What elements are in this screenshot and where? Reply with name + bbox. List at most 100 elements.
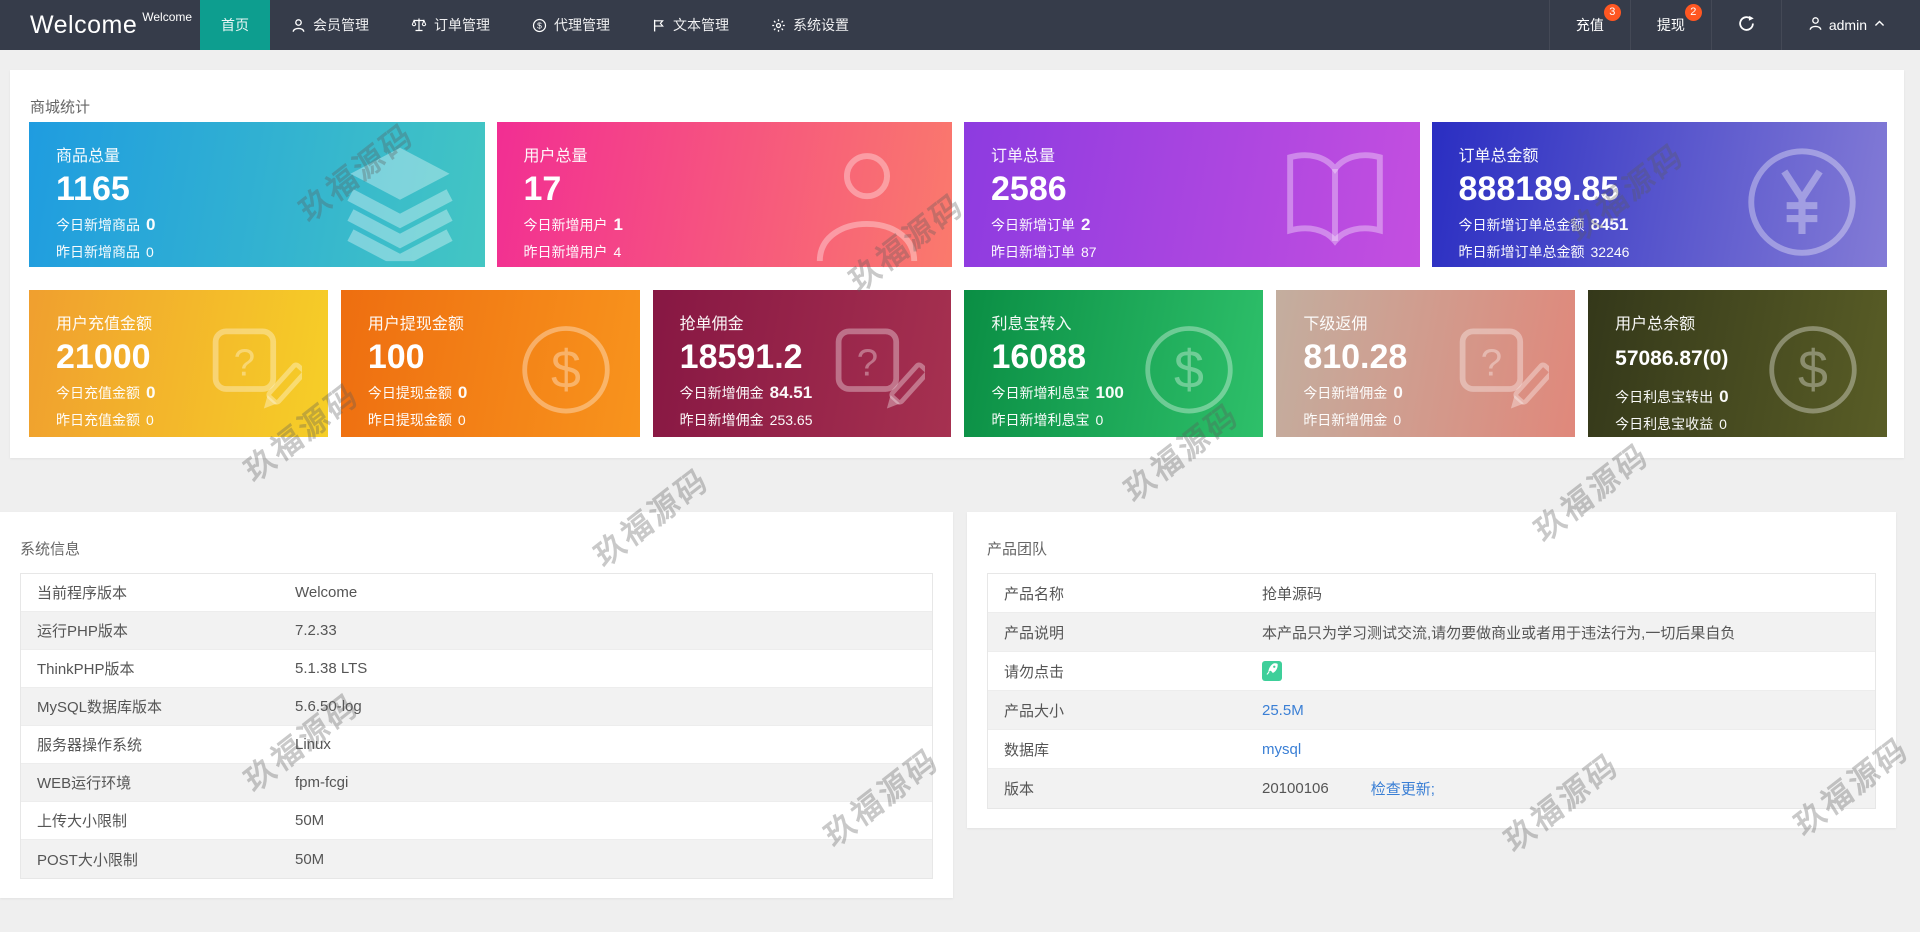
row-label: 上传大小限制 (37, 813, 128, 830)
nav-item-text[interactable]: 文本管理 (631, 0, 750, 50)
product-team-panel: 产品团队 产品名称 抢单源码 产品说明 本产品只为学习测试交流,请勿要做商业或者用… (967, 512, 1896, 828)
withdraw-button[interactable]: 提现 2 (1629, 0, 1711, 50)
nav-item-members[interactable]: 会员管理 (270, 0, 390, 50)
check-update-link[interactable]: 检查更新; (1371, 778, 1435, 799)
navbar-right: 充值 3 提现 2 admin (1548, 0, 1920, 50)
help-edit-icon: ? (206, 321, 302, 417)
row-value: 7.2.33 (295, 622, 337, 639)
table-row: 产品大小 25.5M (988, 691, 1875, 730)
row-value: 5.1.38 LTS (295, 660, 368, 677)
table-row: POST大小限制 50M (21, 840, 932, 878)
stat-card: 订单总金额 888189.85 今日新增订单总金额 8451 昨日新增订单总金额 3224… (1431, 122, 1887, 267)
table-row: 服务器操作系统 Linux (21, 726, 932, 764)
stat-card: 用户充值金额 21000 今日充值金额 0 昨日充值金额 0 ? (29, 290, 328, 437)
svg-text:?: ? (234, 341, 255, 384)
dollar-circle-icon: $ (518, 321, 614, 417)
do-not-click-button[interactable] (1262, 661, 1282, 681)
stat-card-line-value: 0 (1393, 383, 1403, 402)
row-label: 运行PHP版本 (37, 623, 128, 640)
table-row: 上传大小限制 50M (21, 802, 932, 840)
table-row: MySQL数据库版本 5.6.50-log (21, 688, 932, 726)
table-row: 产品说明 本产品只为学习测试交流,请勿要做商业或者用于违法行为,一切后果自负 (988, 613, 1875, 652)
stat-card-line-value: 253.65 (769, 412, 813, 428)
dollar-circle-icon: $ (1765, 321, 1861, 417)
stat-card: 抢单佣金 18591.2 今日新增佣金 84.51 昨日新增佣金 253.65 ? (652, 290, 952, 437)
table-row: 数据库 mysql (988, 730, 1875, 769)
row-label: WEB运行环境 (37, 775, 132, 792)
row-label: MySQL数据库版本 (37, 699, 163, 716)
svg-text:$: $ (537, 20, 542, 30)
row-value: fpm-fcgi (295, 774, 349, 791)
stat-card-line-value: 0 (1719, 416, 1727, 432)
row-value: Welcome (295, 584, 358, 601)
stat-card-line-value: 8451 (1590, 215, 1629, 234)
row-value: 50M (295, 850, 325, 868)
row-value: Linux (295, 736, 331, 753)
nav-item-agents[interactable]: $ 代理管理 (511, 0, 631, 50)
row-label: 产品说明 (1004, 624, 1065, 642)
table-row: 版本 20100106 检查更新; (988, 769, 1875, 808)
nav-item-label: 首页 (221, 17, 249, 33)
product-size-link[interactable]: 25.5M (1262, 702, 1304, 719)
stat-card: 商品总量 1165 今日新增商品 0 昨日新增商品 0 (29, 122, 485, 267)
app-logo: Welcome Welcome (0, 0, 200, 50)
stats-cards-row1: 商品总量 1165 今日新增商品 0 昨日新增商品 0 用户总量 17 今日新增用户 1 昨日新增… (29, 122, 1887, 267)
user-icon (1808, 16, 1823, 34)
stat-card: 用户总余额 57086.87(0) 今日利息宝转出 0 今日利息宝收益 0 $ (1588, 290, 1887, 437)
logo-text: Welcome (30, 10, 138, 39)
row-value: 本产品只为学习测试交流,请勿要做商业或者用于违法行为,一切后果自负 (1262, 624, 1736, 642)
person-icon (808, 143, 926, 261)
row-label: 请勿点击 (1004, 663, 1065, 681)
top-navbar: Welcome Welcome 首页 会员管理 订单管理 $ 代理管理 文本管理 系统设置 … (0, 0, 1920, 50)
recharge-button[interactable]: 充值 3 (1548, 0, 1630, 50)
dollar-circle-icon: $ (532, 18, 547, 33)
help-edit-icon: ? (829, 321, 926, 417)
table-row: 运行PHP版本 7.2.33 (21, 612, 932, 650)
row-label: 数据库 (1004, 741, 1050, 759)
help-edit-icon: ? (1453, 321, 1550, 417)
stat-card-line-value: 87 (1081, 244, 1097, 260)
nav-item-label: 代理管理 (554, 17, 610, 33)
stat-card-line-value: 100 (1095, 383, 1124, 402)
stat-card: 用户总量 17 今日新增用户 1 昨日新增用户 4 (496, 122, 952, 267)
stats-cards-row2: 用户充值金额 21000 今日充值金额 0 昨日充值金额 0 ? 用户提现金额 100 今日提… (29, 290, 1887, 437)
withdraw-label: 提现 (1656, 17, 1685, 33)
stat-card-line-value: 32246 (1590, 244, 1630, 260)
chevron-up-icon (1873, 17, 1886, 33)
system-info-heading: 系统信息 (20, 541, 81, 558)
svg-text:$: $ (1798, 340, 1828, 400)
main-menu: 首页 会员管理 订单管理 $ 代理管理 文本管理 系统设置 (200, 0, 870, 50)
database-link[interactable]: mysql (1262, 741, 1301, 758)
row-label: 版本 (1004, 781, 1035, 798)
stat-card-line-value: 0 (457, 412, 466, 428)
stat-card-line-value: 0 (457, 383, 468, 402)
dollar-circle-icon: $ (1141, 321, 1237, 417)
stat-card: 利息宝转入 16088 今日新增利息宝 100 昨日新增利息宝 0 $ (964, 290, 1264, 437)
stat-card-line-value: 0 (146, 383, 156, 402)
stat-card-line-value: 0 (146, 244, 154, 260)
svg-text:?: ? (857, 341, 878, 384)
admin-menu[interactable]: admin (1780, 0, 1920, 50)
gear-icon (771, 18, 786, 33)
nav-item-label: 会员管理 (313, 17, 369, 33)
row-label: POST大小限制 (37, 851, 138, 869)
nav-item-settings[interactable]: 系统设置 (750, 0, 870, 50)
row-label: 产品大小 (1004, 702, 1065, 720)
recharge-label: 充值 (1575, 17, 1604, 33)
row-value: 抢单源码 (1262, 585, 1323, 603)
stat-card-line-value: 2 (1081, 215, 1091, 234)
stat-card-line-value: 0 (146, 215, 156, 234)
refresh-icon (1738, 15, 1755, 35)
withdraw-badge: 2 (1684, 4, 1702, 21)
svg-text:?: ? (1481, 341, 1502, 384)
svg-text:$: $ (1174, 340, 1204, 400)
layers-icon (341, 143, 459, 261)
refresh-button[interactable] (1710, 0, 1781, 50)
nav-item-home[interactable]: 首页 (200, 0, 270, 50)
nav-item-orders[interactable]: 订单管理 (390, 0, 511, 50)
stats-panel: 商城统计 商品总量 1165 今日新增商品 0 昨日新增商品 0 用户总量 17 今日新增用户… (10, 70, 1904, 458)
stat-card-line-value: 4 (613, 244, 622, 260)
row-label: ThinkPHP版本 (37, 661, 135, 678)
stat-card: 订单总量 2586 今日新增订单 2 昨日新增订单 87 (964, 122, 1420, 267)
stat-card-line-value: 84.51 (769, 383, 813, 402)
